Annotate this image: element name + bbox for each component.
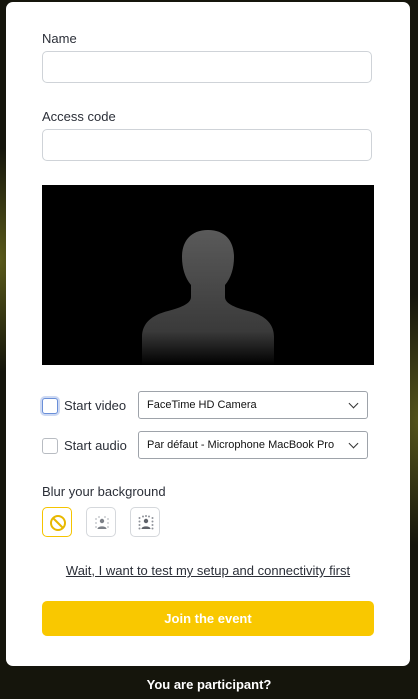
blur-option-strong-button[interactable] — [130, 507, 160, 537]
participant-question-link[interactable]: You are participant? — [0, 677, 418, 692]
name-label: Name — [42, 31, 77, 46]
slight-blur-icon — [95, 516, 109, 529]
test-setup-link[interactable]: Wait, I want to test my setup and connec… — [6, 563, 410, 578]
name-input[interactable] — [42, 51, 372, 83]
blur-option-none-button[interactable] — [42, 507, 72, 537]
start-audio-checkbox[interactable] — [42, 438, 58, 454]
microphone-select-value: Par défaut - Microphone MacBook Pro — [147, 439, 335, 451]
start-audio-label: Start audio — [64, 438, 127, 453]
strong-blur-icon — [138, 515, 154, 530]
avatar-placeholder-icon — [142, 230, 274, 365]
camera-select-value: FaceTime HD Camera — [147, 399, 257, 411]
chevron-down-icon — [348, 398, 359, 409]
join-form-card: Name Access code Start video FaceTime HD… — [6, 2, 410, 666]
blur-option-slight-button[interactable] — [86, 507, 116, 537]
access-code-input[interactable] — [42, 129, 372, 161]
chevron-down-icon — [348, 438, 359, 449]
access-code-label: Access code — [42, 109, 116, 124]
start-video-checkbox[interactable] — [42, 398, 58, 414]
camera-select[interactable]: FaceTime HD Camera — [138, 391, 368, 419]
video-preview — [42, 185, 374, 365]
start-video-label: Start video — [64, 398, 127, 413]
microphone-select[interactable]: Par défaut - Microphone MacBook Pro — [138, 431, 368, 459]
no-blur-icon — [50, 515, 66, 531]
blur-title: Blur your background — [42, 484, 166, 499]
join-event-button[interactable]: Join the event — [42, 601, 374, 636]
